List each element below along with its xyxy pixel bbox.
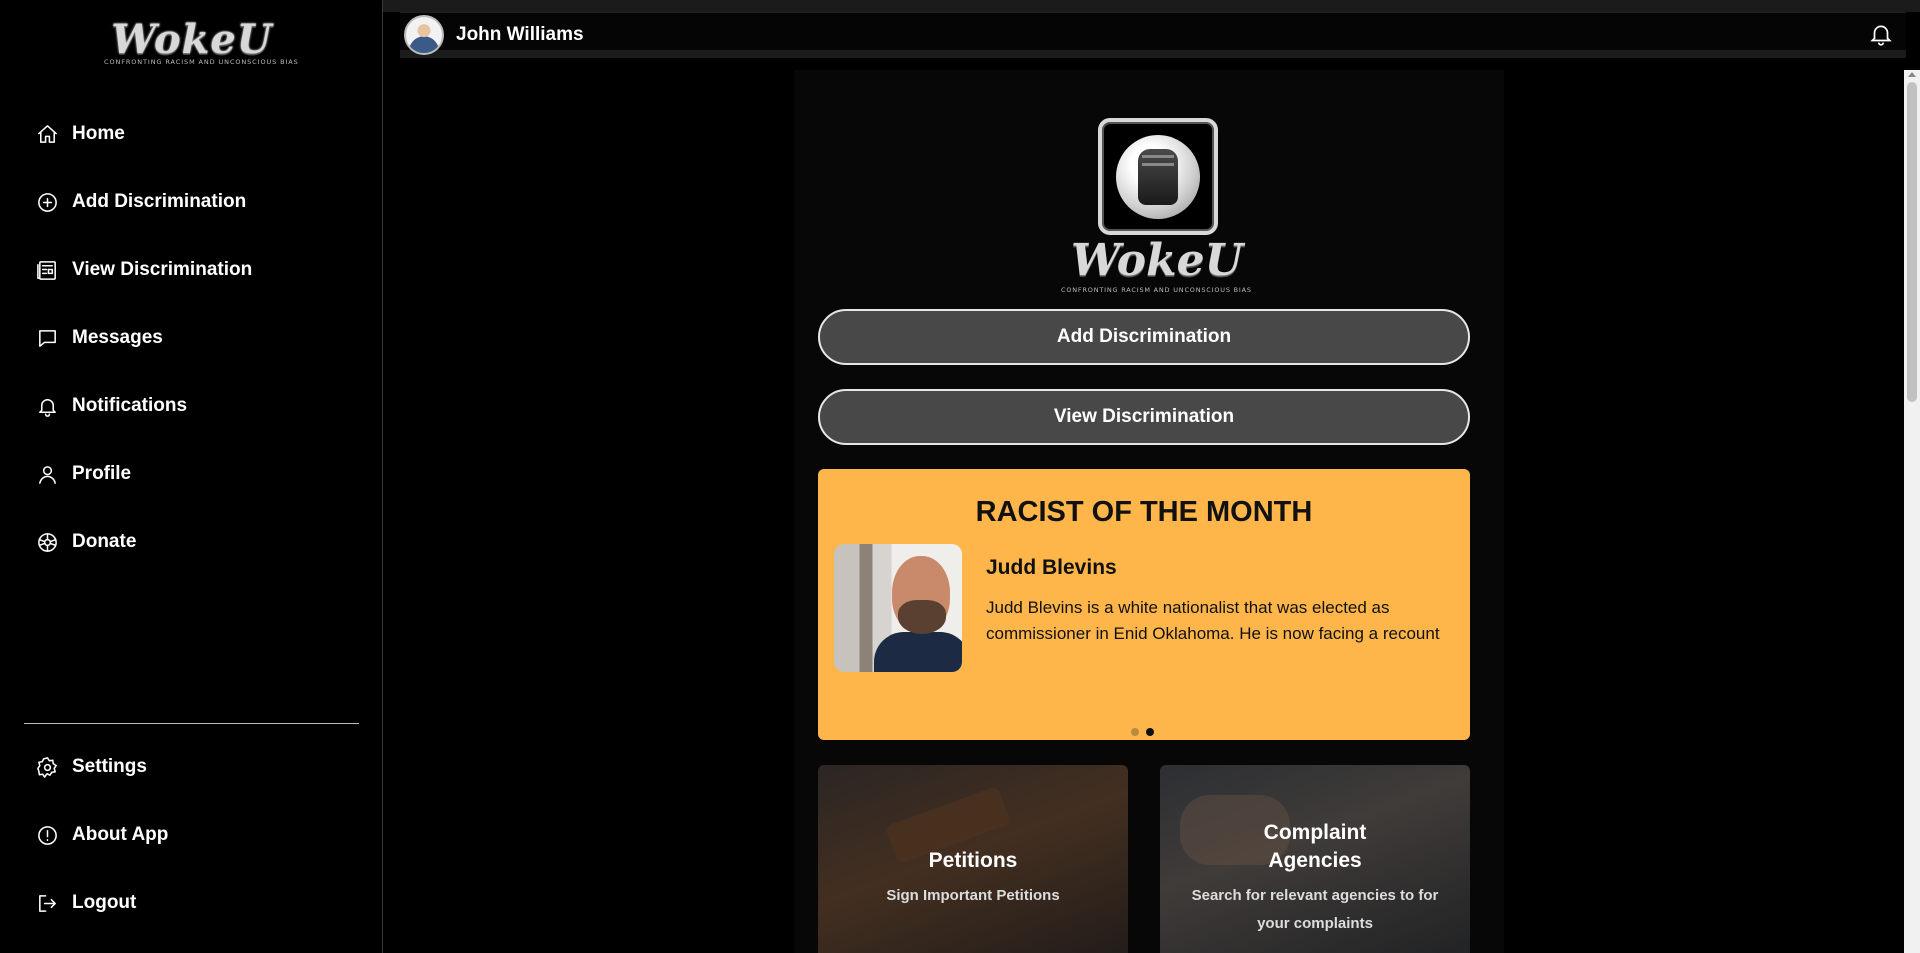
carousel-dot-2[interactable]	[1146, 728, 1154, 736]
plus-circle-icon	[38, 192, 57, 212]
petitions-card[interactable]: Petitions Sign Important Petitions	[818, 765, 1128, 953]
content-column: WokeU CONFRONTING RACISM AND UNCONSCIOUS…	[794, 70, 1504, 953]
info-circle-icon	[38, 825, 57, 845]
user-icon	[39, 465, 56, 484]
sidebar-item-donate[interactable]: Donate	[0, 508, 383, 576]
sidebar-item-profile[interactable]: Profile	[0, 440, 383, 508]
sidebar-item-label: Profile	[72, 463, 132, 484]
sidebar-item-about-app[interactable]: About App	[0, 801, 383, 869]
rotm-photo	[834, 544, 962, 672]
newspaper-icon	[37, 260, 56, 280]
sidebar-item-label: Messages	[72, 327, 163, 348]
sidebar-item-label: Home	[72, 123, 125, 144]
bell-icon	[39, 398, 56, 417]
hero-logo: WokeU CONFRONTING RACISM AND UNCONSCIOUS…	[1057, 118, 1251, 308]
sidebar-item-view-discrimination[interactable]: View Discrimination	[0, 236, 383, 304]
page-scrollbar[interactable]	[1904, 70, 1920, 953]
sidebar-item-label: About App	[72, 824, 169, 845]
scrollbar-thumb[interactable]	[1907, 82, 1917, 402]
logout-icon	[39, 894, 56, 912]
card-title: Complaint Agencies	[1263, 821, 1367, 872]
scroll-up-arrow-icon[interactable]	[1908, 72, 1916, 77]
photo-body	[874, 632, 962, 672]
sidebar-logo[interactable]: WokeU CONFRONTING RACISM AND UNCONSCIOUS…	[104, 16, 299, 67]
sidebar: WokeU CONFRONTING RACISM AND UNCONSCIOUS…	[0, 0, 383, 953]
sidebar-item-label: Logout	[72, 892, 137, 913]
bell-icon	[1870, 25, 1892, 46]
chat-bubble-icon	[39, 329, 56, 347]
sidebar-item-logout[interactable]: Logout	[0, 869, 383, 937]
rotm-title: RACIST OF THE MONTH	[975, 496, 1313, 528]
sidebar-item-label: Donate	[72, 531, 137, 552]
sidebar-item-add-discrimination[interactable]: Add Discrimination	[0, 168, 383, 236]
sidebar-item-messages[interactable]: Messages	[0, 304, 383, 372]
carousel-dots	[1131, 728, 1154, 736]
main-content: WokeU CONFRONTING RACISM AND UNCONSCIOUS…	[384, 70, 1904, 953]
sidebar-item-home[interactable]: Home	[0, 100, 383, 168]
sidebar-item-settings[interactable]: Settings	[0, 733, 383, 801]
sidebar-item-label: Add Discrimination	[72, 191, 247, 212]
card-subtitle: Search for relevant agencies to for your…	[1191, 887, 1439, 932]
donate-icon	[38, 532, 57, 552]
racist-of-the-month-card[interactable]: RACIST OF THE MONTH Judd Blevins Judd Bl…	[818, 469, 1470, 740]
sidebar-item-notifications[interactable]: Notifications	[0, 372, 383, 440]
sidebar-divider	[24, 723, 359, 724]
avatar[interactable]	[404, 15, 444, 55]
add-discrimination-button[interactable]: Add Discrimination	[818, 309, 1470, 365]
header-strip	[383, 0, 1920, 12]
logo-tagline: CONFRONTING RACISM AND UNCONSCIOUS BIAS	[104, 58, 299, 66]
hero-wordmark: WokeU	[1070, 235, 1244, 286]
sidebar-item-label: Notifications	[72, 395, 188, 416]
photo-beard	[898, 600, 946, 634]
card-subtitle: Sign Important Petitions	[886, 887, 1060, 904]
carousel-dot-1[interactable]	[1131, 728, 1139, 736]
view-discrimination-button[interactable]: View Discrimination	[818, 389, 1470, 445]
fist-circle	[1116, 135, 1200, 219]
card-title: Petitions	[928, 849, 1018, 872]
notifications-button[interactable]	[1868, 21, 1894, 47]
hero-tagline: CONFRONTING RACISM AND UNCONSCIOUS BIAS	[1061, 286, 1252, 294]
rotm-name: Judd Blevins	[986, 556, 1117, 579]
fist-logo-icon	[1098, 118, 1218, 235]
rotm-description: Judd Blevins is a white nationalist that…	[986, 598, 1440, 643]
gear-icon	[37, 756, 57, 778]
complaint-agencies-card[interactable]: Complaint Agencies Search for relevant a…	[1160, 765, 1470, 953]
header-bar: John Williams	[400, 12, 1906, 58]
sidebar-item-label: Settings	[72, 756, 147, 777]
home-icon	[38, 124, 57, 143]
sidebar-item-label: View Discrimination	[72, 259, 253, 280]
sidebar-bottom-nav: Settings About App Logout	[0, 733, 383, 937]
sidebar-nav: Home Add Discrimination View Discriminat…	[0, 100, 383, 576]
logo-wordmark: WokeU	[111, 16, 273, 63]
user-name: John Williams	[456, 24, 584, 45]
raised-fist-icon	[1138, 149, 1178, 205]
